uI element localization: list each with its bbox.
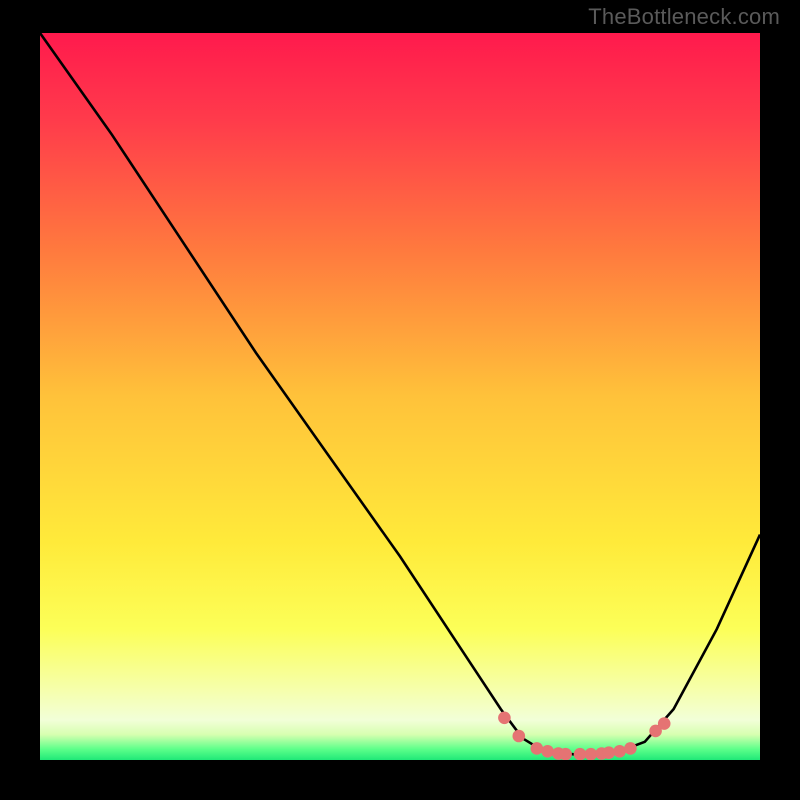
- highlight-dot: [603, 746, 616, 759]
- chart-svg: [40, 33, 760, 760]
- attribution-label: TheBottleneck.com: [588, 4, 780, 30]
- highlight-dot: [541, 745, 554, 758]
- highlight-dot: [658, 717, 671, 730]
- chart-container: TheBottleneck.com: [0, 0, 800, 800]
- highlight-dot: [559, 748, 572, 760]
- highlight-dot: [531, 742, 544, 755]
- highlight-dot: [613, 745, 626, 758]
- highlight-dot: [585, 748, 598, 760]
- gradient-background: [40, 33, 760, 760]
- highlight-dot: [498, 712, 511, 725]
- plot-area: [40, 33, 760, 760]
- highlight-dot: [513, 730, 526, 743]
- highlight-dot: [574, 748, 587, 760]
- highlight-dot: [624, 742, 637, 755]
